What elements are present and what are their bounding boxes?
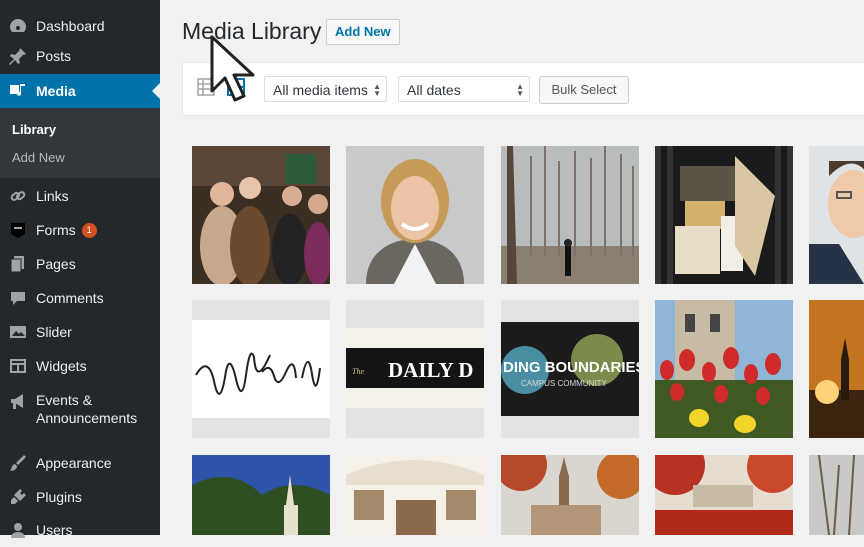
media-thumbnail[interactable] — [655, 146, 793, 284]
svg-text:DING BOUNDARIES:: DING BOUNDARIES: — [503, 359, 639, 376]
sidebar-item-forms[interactable]: Forms 1 — [0, 213, 160, 247]
sidebar-item-pages[interactable]: Pages — [0, 247, 160, 281]
media-thumbnail[interactable]: DING BOUNDARIES: CAMPUS COMMUNITY — [501, 300, 639, 438]
sidebar-item-label: Dashboard — [36, 18, 105, 34]
media-thumbnail[interactable] — [809, 146, 864, 284]
media-thumbnail[interactable] — [192, 300, 330, 438]
media-thumbnail[interactable] — [655, 300, 793, 438]
sidebar-item-media[interactable]: Media — [0, 74, 160, 108]
sidebar-item-widgets[interactable]: Widgets — [0, 349, 160, 383]
media-thumbnail[interactable] — [501, 146, 639, 284]
media-submenu: Library Add New — [0, 108, 160, 178]
sidebar-item-label: Posts — [36, 48, 72, 64]
media-toolbar: All media items ▲ ▼ All dates ▲ ▼ Bulk Sel… — [182, 62, 864, 116]
sidebar-item-label: Media — [36, 83, 76, 99]
date-filter[interactable]: All dates ▲ ▼ — [398, 76, 530, 102]
select-arrows-icon: ▲ ▼ — [373, 82, 381, 98]
date-filter-value: All dates — [407, 82, 461, 98]
sidebar-item-label: Widgets — [36, 358, 87, 374]
select-arrows-icon: ▲ ▼ — [516, 82, 524, 98]
media-thumbnail[interactable]: The DAILY D — [346, 300, 484, 438]
bulk-select-button[interactable]: Bulk Select — [539, 76, 629, 104]
admin-sidebar: Dashboard Posts Media Library Add New Li… — [0, 0, 160, 538]
media-thumbnail[interactable] — [501, 455, 639, 535]
media-icon — [8, 81, 28, 101]
sidebar-item-plugins[interactable]: Plugins — [0, 480, 160, 514]
media-library-main: Media Library Add New All media items ▲ ▼… — [160, 0, 864, 535]
user-icon — [8, 520, 28, 540]
sidebar-item-label: Events & Announcements — [36, 392, 138, 426]
sidebar-item-events[interactable]: Events & Announcements — [0, 383, 160, 435]
media-thumbnail[interactable] — [192, 455, 330, 535]
sidebar-item-label: Comments — [36, 290, 104, 306]
megaphone-icon — [8, 391, 28, 411]
sidebar-item-links[interactable]: Links — [0, 179, 160, 213]
media-type-filter-value: All media items — [273, 82, 368, 98]
mouse-pointer-icon — [208, 33, 260, 103]
forms-icon — [8, 220, 28, 240]
submenu-library[interactable]: Library — [12, 122, 56, 137]
svg-text:CAMPUS COMMUNITY: CAMPUS COMMUNITY — [521, 379, 607, 388]
sidebar-item-label: Plugins — [36, 489, 82, 505]
pin-icon — [8, 46, 28, 66]
sidebar-item-slider[interactable]: Slider — [0, 315, 160, 349]
sidebar-item-posts[interactable]: Posts — [0, 39, 160, 73]
media-thumbnail[interactable] — [346, 455, 484, 535]
add-new-button[interactable]: Add New — [326, 19, 400, 45]
sidebar-item-label: Forms — [36, 222, 76, 238]
sidebar-item-label: Pages — [36, 256, 76, 272]
comment-icon — [8, 288, 28, 308]
notification-badge: 1 — [81, 222, 97, 238]
sidebar-item-appearance[interactable]: Appearance — [0, 446, 160, 480]
sidebar-item-label: Links — [36, 188, 69, 204]
sidebar-item-label: Slider — [36, 324, 72, 340]
slider-icon — [8, 322, 28, 342]
brush-icon — [8, 453, 28, 473]
pages-icon — [8, 254, 28, 274]
media-thumbnail[interactable] — [809, 300, 864, 438]
sidebar-item-dashboard[interactable]: Dashboard — [0, 9, 160, 43]
sidebar-item-label: Users — [36, 522, 73, 538]
sidebar-item-comments[interactable]: Comments — [0, 281, 160, 315]
svg-text:The: The — [352, 367, 364, 376]
widgets-icon — [8, 356, 28, 376]
media-thumbnail[interactable] — [192, 146, 330, 284]
media-thumbnail[interactable] — [655, 455, 793, 535]
media-thumbnail[interactable] — [809, 455, 864, 535]
sidebar-item-users[interactable]: Users — [0, 513, 160, 547]
dashboard-icon — [8, 16, 28, 36]
media-type-filter[interactable]: All media items ▲ ▼ — [264, 76, 387, 102]
plugin-icon — [8, 487, 28, 507]
sidebar-item-label: Appearance — [36, 455, 112, 471]
submenu-add-new[interactable]: Add New — [12, 150, 65, 165]
svg-text:DAILY D: DAILY D — [388, 358, 473, 382]
media-thumbnail[interactable] — [346, 146, 484, 284]
link-icon — [8, 186, 28, 206]
